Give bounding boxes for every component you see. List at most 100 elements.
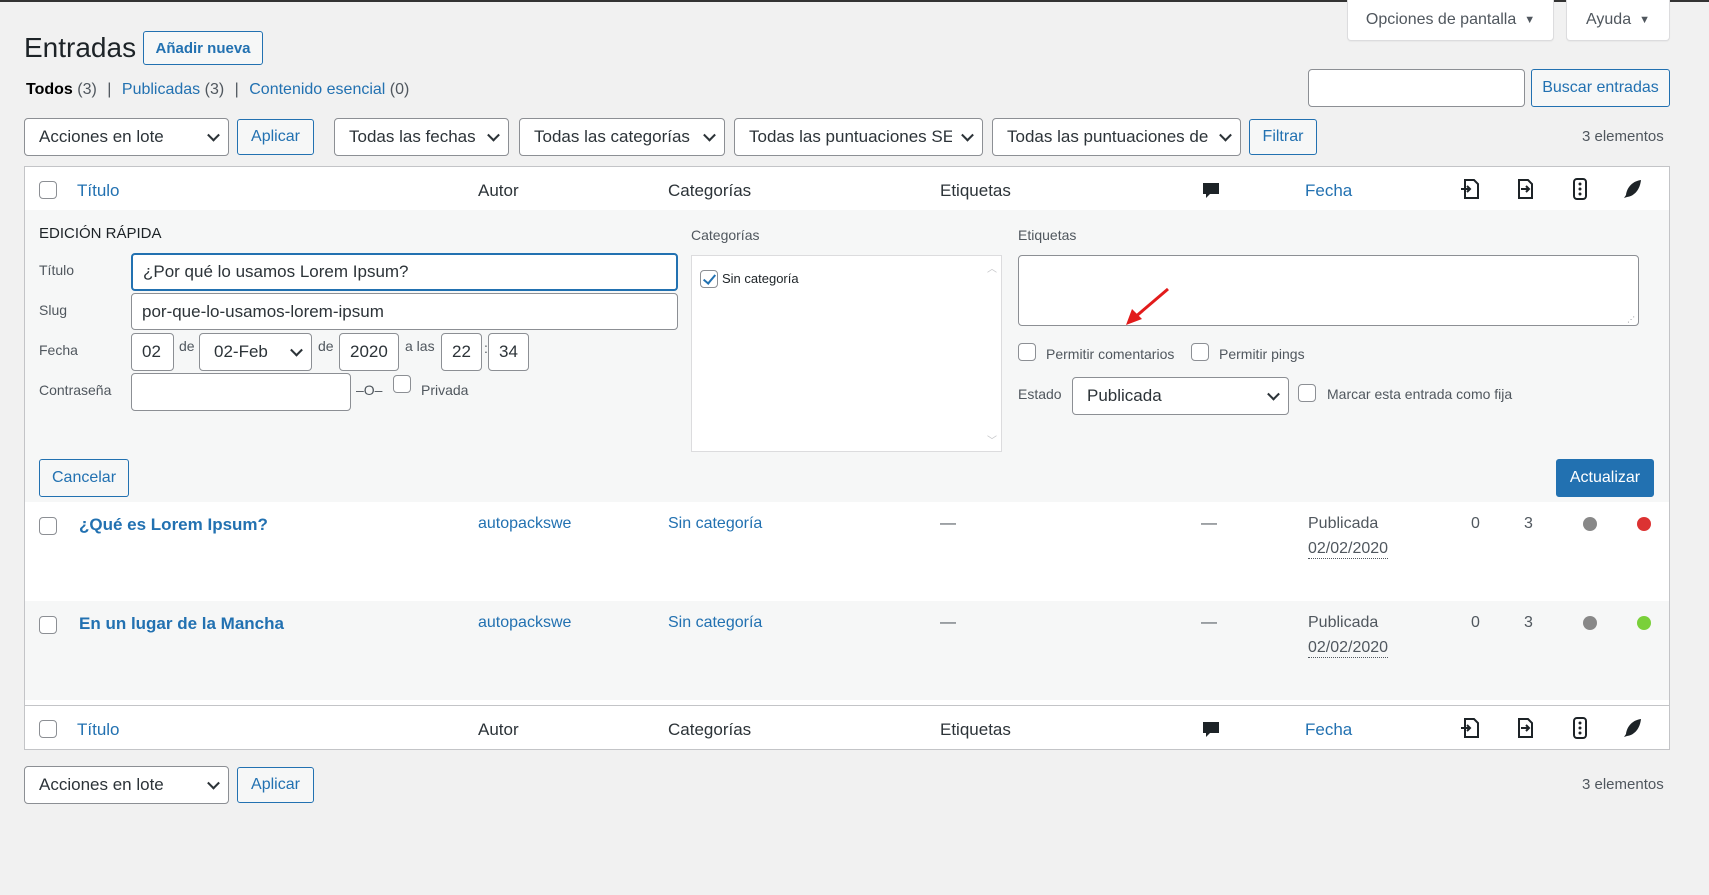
search-posts-button[interactable]: Buscar entradas	[1531, 69, 1670, 107]
allow-comments-checkbox[interactable]	[1018, 343, 1036, 361]
categories-checklist[interactable]: Sin categoría ︿ ﹀	[691, 255, 1002, 452]
post-category-link[interactable]: Sin categoría	[668, 515, 762, 533]
column-tags-header: Etiquetas	[940, 181, 1011, 200]
filter-button[interactable]: Filtrar	[1249, 119, 1317, 155]
filter-cornerstone[interactable]: Contenido esencial	[249, 81, 385, 98]
day-input[interactable]: 02	[131, 333, 174, 371]
filter-cornerstone-count: (0)	[389, 81, 410, 98]
separator: |	[107, 81, 112, 98]
resize-handle-icon[interactable]: ⋰	[1627, 315, 1635, 324]
update-button[interactable]: Actualizar	[1556, 459, 1654, 497]
apply-button[interactable]: Aplicar	[237, 119, 314, 155]
row-checkbox[interactable]	[39, 517, 57, 535]
filter-published[interactable]: Publicadas	[122, 81, 200, 98]
filter-all-count: (3)	[77, 81, 97, 98]
seo-score-dot	[1583, 616, 1597, 630]
password-input[interactable]	[131, 373, 351, 411]
post-tags: —	[940, 614, 956, 631]
column-author-header: Autor	[478, 181, 519, 200]
add-new-button[interactable]: Añadir nueva	[143, 31, 263, 65]
comment-bubble-icon[interactable]	[1199, 718, 1223, 742]
table-row: ¿Qué es Lorem Ipsum? autopackswe Sin cat…	[25, 502, 1669, 601]
incoming-links-icon	[1518, 179, 1533, 199]
year-input[interactable]: 2020	[339, 333, 399, 371]
chevron-down-icon	[961, 128, 974, 142]
caret-down-icon: ▼	[1639, 14, 1650, 26]
uncategorized-checkbox[interactable]	[700, 270, 718, 288]
post-category-link[interactable]: Sin categoría	[668, 614, 762, 632]
comment-bubble-icon[interactable]	[1199, 179, 1223, 203]
readability-filter-select[interactable]: Todas las puntuaciones de	[992, 118, 1241, 156]
cancel-button[interactable]: Cancelar	[39, 459, 129, 497]
tags-textarea[interactable]: ⋰	[1018, 255, 1639, 326]
categories-filter-select[interactable]: Todas las categorías	[519, 118, 725, 156]
post-title-link[interactable]: En un lugar de la Mancha	[79, 614, 284, 634]
column-title-footer[interactable]: Título	[77, 720, 120, 740]
column-title-header[interactable]: Título	[77, 181, 120, 201]
title-label: Título	[39, 262, 75, 278]
bulk-action-select-bottom[interactable]: Acciones en lote	[24, 766, 229, 804]
post-author-link[interactable]: autopackswe	[478, 614, 571, 632]
posts-table: Título Autor Categorías Etiquetas Fecha …	[24, 166, 1670, 750]
separator: |	[234, 81, 239, 98]
red-arrow-annotation	[1126, 287, 1169, 325]
apply-button-bottom[interactable]: Aplicar	[237, 767, 314, 803]
column-categories-footer: Categorías	[668, 720, 752, 739]
help-button[interactable]: Ayuda ▼	[1566, 0, 1670, 41]
filter-published-count: (3)	[204, 81, 225, 98]
bulk-action-value: Acciones en lote	[39, 775, 164, 794]
column-date-header[interactable]: Fecha	[1305, 181, 1352, 201]
hour-input[interactable]: 22	[441, 333, 482, 371]
title-input[interactable]: ¿Por qué lo usamos Lorem Ipsum?	[131, 253, 678, 291]
page-title: Entradas	[24, 32, 137, 63]
select-all-checkbox-footer[interactable]	[39, 720, 57, 738]
allow-pings-checkbox[interactable]	[1191, 343, 1209, 361]
items-count: 3 elementos	[1582, 128, 1664, 145]
post-date: 02/02/2020	[1308, 540, 1389, 559]
column-date-footer[interactable]: Fecha	[1305, 720, 1352, 740]
dates-filter-select[interactable]: Todas las fechas	[334, 118, 509, 156]
seo-score-dot	[1583, 517, 1597, 531]
outgoing-links-count: 0	[1471, 515, 1480, 532]
status-select[interactable]: Publicada	[1072, 377, 1289, 415]
month-select[interactable]: 02-Feb	[199, 333, 312, 371]
slug-input[interactable]: por-que-lo-usamos-lorem-ipsum	[131, 293, 678, 330]
search-input[interactable]	[1308, 69, 1525, 107]
help-label: Ayuda	[1586, 11, 1632, 28]
chevron-down-icon	[1219, 128, 1232, 142]
screen-options-label: Opciones de pantalla	[1365, 11, 1517, 28]
readability-filter-value: Todas las puntuaciones de	[1007, 127, 1209, 146]
select-all-checkbox[interactable]	[39, 181, 57, 199]
row-checkbox[interactable]	[39, 616, 57, 634]
at-text: a las	[405, 338, 435, 354]
seo-score-filter-select[interactable]: Todas las puntuaciones SEO	[734, 118, 983, 156]
dates-filter-value: Todas las fechas	[349, 127, 476, 146]
post-comments: —	[1201, 515, 1217, 532]
post-status: Publicada	[1308, 515, 1379, 532]
post-date: 02/02/2020	[1308, 639, 1389, 658]
date-label: Fecha	[39, 342, 78, 358]
date-of-text: de	[179, 338, 195, 354]
post-title-link[interactable]: ¿Qué es Lorem Ipsum?	[79, 515, 268, 535]
scroll-down-icon[interactable]: ﹀	[987, 432, 997, 447]
filter-all[interactable]: Todos	[26, 81, 73, 98]
status-label: Estado	[1018, 386, 1062, 402]
status-value: Publicada	[1087, 386, 1162, 405]
post-author-link[interactable]: autopackswe	[478, 515, 571, 533]
seo-filter-value: Todas las puntuaciones SEO	[749, 127, 952, 146]
categories-filter-value: Todas las categorías	[534, 127, 690, 146]
categories-label: Categorías	[691, 227, 760, 243]
scroll-up-icon[interactable]: ︿	[987, 260, 997, 275]
bulk-action-select[interactable]: Acciones en lote	[24, 118, 229, 156]
minute-input[interactable]: 34	[488, 333, 529, 371]
outgoing-links-icon	[1461, 179, 1479, 199]
tags-label: Etiquetas	[1018, 227, 1077, 243]
screen-options-button[interactable]: Opciones de pantalla ▼	[1347, 0, 1554, 41]
sticky-label: Marcar esta entrada como fija	[1327, 386, 1513, 402]
private-checkbox[interactable]	[393, 375, 411, 393]
caret-down-icon: ▼	[1524, 14, 1536, 26]
chevron-down-icon	[290, 343, 303, 357]
sticky-checkbox[interactable]	[1298, 384, 1316, 402]
readability-score-dot	[1637, 517, 1651, 531]
post-tags: —	[940, 515, 956, 532]
